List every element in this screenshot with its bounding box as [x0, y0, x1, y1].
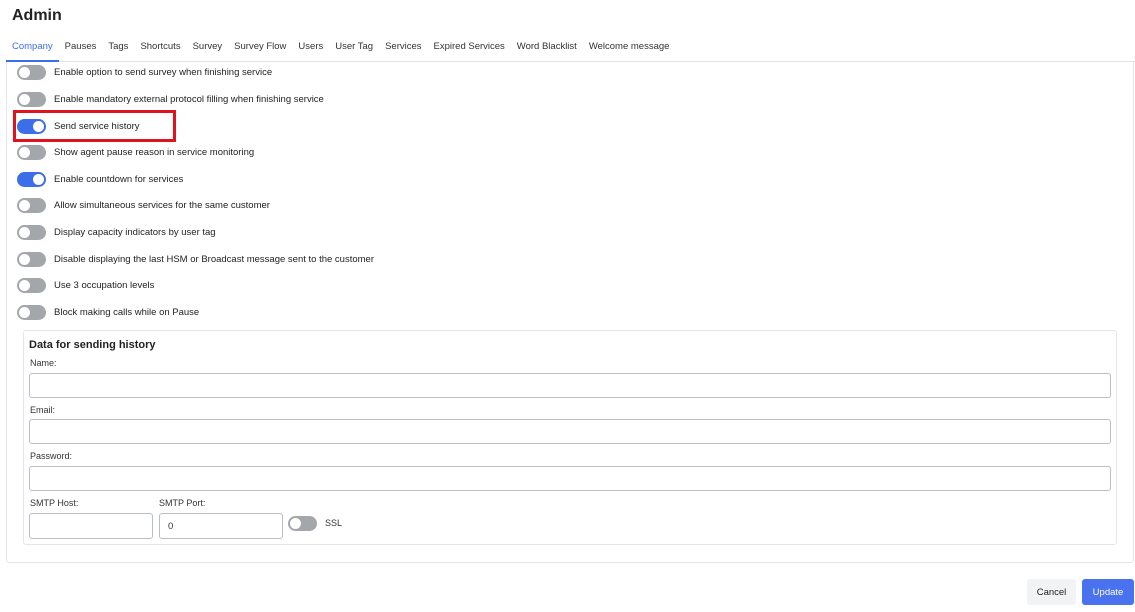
pause-reason-toggle[interactable]	[17, 144, 46, 160]
tab-survey-flow[interactable]: Survey Flow	[228, 39, 292, 62]
toggle-label: Enable option to send survey when finish…	[54, 66, 273, 78]
block-calls-toggle[interactable]	[17, 304, 46, 320]
toggle-label: Disable displaying the last HSM or Broad…	[54, 253, 374, 265]
toggle-row-pause-reason: Show agent pause reason in service monit…	[17, 143, 254, 161]
highlight-annotation	[13, 110, 176, 142]
toggle-row-send-survey: Enable option to send survey when finish…	[17, 63, 272, 81]
tab-users[interactable]: Users	[292, 39, 329, 62]
toggle-row-external-protocol: Enable mandatory external protocol filli…	[17, 90, 324, 108]
toggle-row-disable-hsm: Disable displaying the last HSM or Broad…	[17, 250, 374, 268]
toggle-label: Allow simultaneous services for the same…	[54, 199, 270, 211]
disable-hsm-toggle[interactable]	[17, 251, 46, 267]
update-button[interactable]: Update	[1082, 579, 1134, 605]
admin-tabs: Company Pauses Tags Shortcuts Survey Sur…	[6, 39, 1135, 62]
password-field[interactable]	[29, 466, 1111, 491]
tab-welcome-message[interactable]: Welcome message	[583, 39, 676, 62]
toggle-label: Use 3 occupation levels	[54, 279, 155, 291]
simultaneous-services-toggle[interactable]	[17, 197, 46, 213]
capacity-indicators-toggle[interactable]	[17, 224, 46, 240]
tab-survey[interactable]: Survey	[187, 39, 229, 62]
toggle-label: Display capacity indicators by user tag	[54, 226, 216, 238]
email-label: Email:	[30, 405, 56, 415]
ssl-toggle[interactable]	[288, 516, 317, 531]
tab-expired-services[interactable]: Expired Services	[428, 39, 511, 62]
ssl-label: SSL	[325, 518, 343, 528]
name-label: Name:	[30, 358, 57, 368]
tab-word-blacklist[interactable]: Word Blacklist	[511, 39, 583, 62]
email-field[interactable]	[29, 419, 1111, 444]
smtp-port-field[interactable]	[159, 513, 283, 539]
toggle-label: Block making calls while on Pause	[54, 306, 200, 318]
toggle-row-occupation-levels: Use 3 occupation levels	[17, 276, 154, 294]
password-label: Password:	[30, 451, 73, 461]
toggle-row-capacity-indicators: Display capacity indicators by user tag	[17, 223, 216, 241]
tab-user-tag[interactable]: User Tag	[329, 39, 379, 62]
toggle-label: Enable countdown for services	[54, 173, 184, 185]
tab-tags[interactable]: Tags	[102, 39, 134, 62]
tab-services[interactable]: Services	[379, 39, 427, 62]
toggle-row-countdown: Enable countdown for services	[17, 170, 183, 188]
toggle-label: Show agent pause reason in service monit…	[54, 146, 255, 158]
tab-company[interactable]: Company	[6, 39, 59, 62]
name-field[interactable]	[29, 373, 1111, 398]
tab-shortcuts[interactable]: Shortcuts	[134, 39, 186, 62]
toggle-label: Enable mandatory external protocol filli…	[54, 93, 324, 105]
toggle-row-block-calls: Block making calls while on Pause	[17, 303, 199, 321]
send-survey-toggle[interactable]	[17, 64, 46, 80]
occupation-levels-toggle[interactable]	[17, 277, 46, 293]
countdown-toggle[interactable]	[17, 171, 46, 187]
smtp-host-field[interactable]	[29, 513, 153, 539]
smtp-port-label: SMTP Port:	[159, 498, 206, 508]
external-protocol-toggle[interactable]	[17, 91, 46, 107]
panel-title: Data for sending history	[29, 339, 156, 351]
page-title: Admin	[12, 7, 62, 24]
smtp-host-label: SMTP Host:	[30, 498, 79, 508]
cancel-button[interactable]: Cancel	[1027, 579, 1076, 605]
toggle-row-simultaneous-services: Allow simultaneous services for the same…	[17, 196, 270, 214]
tab-pauses[interactable]: Pauses	[59, 39, 103, 62]
